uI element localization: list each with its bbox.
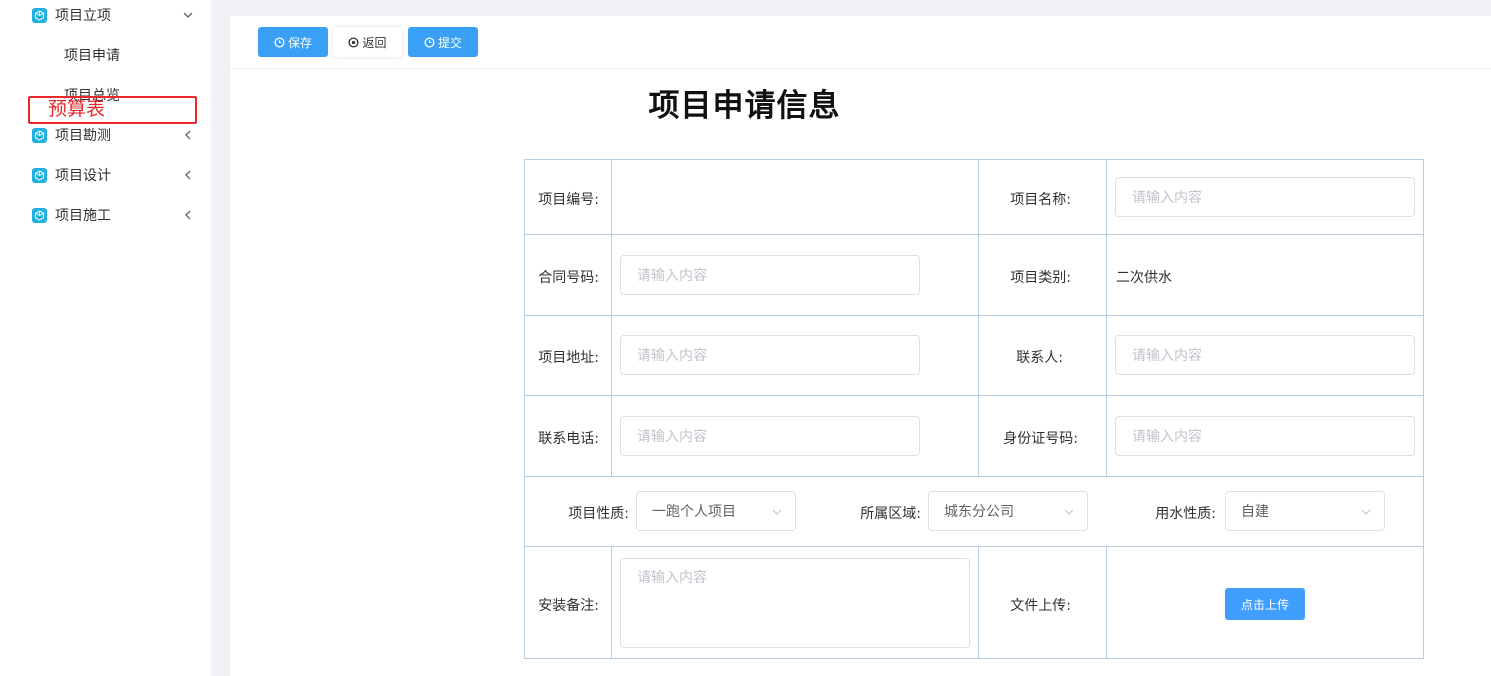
menu-group-project-design[interactable]: 项目设计 — [0, 155, 211, 195]
back-button[interactable]: 返回 — [333, 27, 402, 57]
contact-label: 联系人: — [1016, 350, 1063, 366]
contract-no-label: 合同号码: — [538, 270, 599, 286]
project-name-input[interactable]: 请输入内容 — [1115, 177, 1415, 217]
page-title: 项目申请信息 — [648, 88, 841, 124]
save-button[interactable]: 保存 — [258, 27, 328, 57]
main-panel: 保存 返回 提交 项目申请信息 项目编号: 项目名称: 请输入内容 合同号码: … — [230, 16, 1491, 676]
nature-label: 项目性质: — [568, 506, 629, 522]
address-input[interactable]: 请输入内容 — [620, 335, 920, 375]
phone-label: 联系电话: — [538, 431, 599, 447]
cube-icon — [32, 7, 47, 23]
region-select[interactable]: 城东分公司 — [928, 491, 1088, 531]
id-no-label: 身份证号码: — [1003, 431, 1078, 447]
chevron-down-icon — [1064, 509, 1074, 515]
water-label: 用水性质: — [1155, 506, 1216, 522]
save-button-label: 保存 — [287, 35, 312, 50]
remark-label: 安装备注: — [538, 598, 599, 614]
cube-icon — [32, 127, 47, 143]
menu-group-label: 项目设计 — [55, 168, 111, 184]
submit-button[interactable]: 提交 — [408, 27, 478, 57]
toolbar: 保存 返回 提交 — [230, 16, 1491, 69]
menu-group-project-initiation[interactable]: 项目立项 — [0, 0, 211, 35]
menu-group-label: 项目立项 — [55, 8, 111, 24]
menu-group-label: 项目施工 — [55, 208, 111, 224]
id-no-input[interactable]: 请输入内容 — [1115, 416, 1415, 456]
cube-icon — [32, 167, 47, 183]
menu-group-project-construction[interactable]: 项目施工 — [0, 195, 211, 235]
sidebar-item-project-application[interactable]: 项目申请 — [0, 35, 211, 75]
remark-textarea[interactable]: 请输入内容 — [620, 558, 970, 648]
cube-icon — [32, 207, 47, 223]
contact-input[interactable]: 请输入内容 — [1115, 335, 1415, 375]
chevron-down-icon — [1361, 509, 1371, 515]
water-select-value: 自建 — [1241, 504, 1269, 520]
region-label: 所属区域: — [860, 506, 921, 522]
target-icon — [348, 36, 360, 48]
chevron-left-icon — [185, 170, 191, 180]
submit-button-label: 提交 — [437, 35, 462, 50]
chevron-down-icon — [772, 509, 782, 515]
water-select[interactable]: 自建 — [1225, 491, 1385, 531]
contract-no-input[interactable]: 请输入内容 — [620, 255, 920, 295]
clock-icon — [424, 36, 435, 48]
application-form-table: 项目编号: 项目名称: 请输入内容 合同号码: 请输入内容 项目类别: 二次供水… — [524, 159, 1424, 659]
region-select-value: 城东分公司 — [944, 504, 1014, 520]
menu-group-label: 项目勘测 — [55, 128, 111, 144]
chevron-down-icon — [183, 12, 193, 18]
nature-select-value: 一跑个人项目 — [652, 504, 736, 520]
nature-select[interactable]: 一跑个人项目 — [636, 491, 796, 531]
project-type-value: 二次供水 — [1116, 270, 1172, 286]
clock-icon — [274, 36, 285, 48]
upload-label: 文件上传: — [1010, 598, 1071, 614]
chevron-left-icon — [185, 210, 191, 220]
phone-input[interactable]: 请输入内容 — [620, 416, 920, 456]
project-name-label: 项目名称: — [1010, 192, 1071, 208]
project-type-label: 项目类别: — [1010, 270, 1071, 286]
project-no-label: 项目编号: — [538, 192, 599, 208]
upload-button[interactable]: 点击上传 — [1225, 588, 1305, 620]
chevron-left-icon — [185, 130, 191, 140]
sidebar-item-label: 项目申请 — [64, 48, 120, 64]
back-button-label: 返回 — [362, 35, 387, 50]
address-label: 项目地址: — [538, 350, 599, 366]
